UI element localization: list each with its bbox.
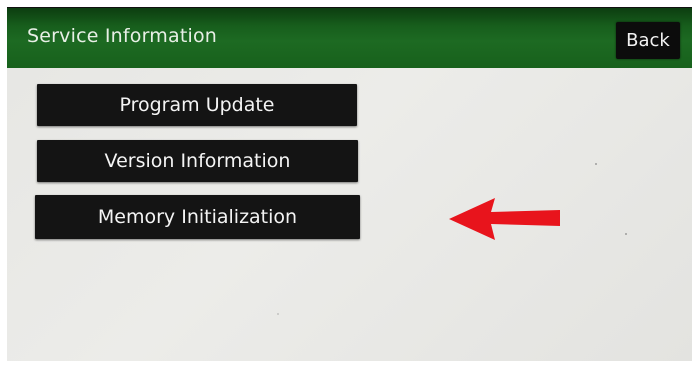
back-button[interactable]: Back (616, 22, 680, 59)
screen-speck (625, 233, 627, 235)
screen-speck (277, 313, 279, 315)
arrow-left-icon (449, 198, 560, 240)
page-title: Service Information (27, 25, 218, 47)
screen-speck (595, 163, 597, 165)
photo-frame: Service Information Back Program Update … (0, 0, 692, 366)
arrow-shape (449, 198, 560, 240)
memory-initialization-button[interactable]: Memory Initialization (35, 195, 360, 239)
version-information-button[interactable]: Version Information (37, 140, 358, 182)
header-bar: Service Information Back (7, 8, 692, 68)
program-update-button[interactable]: Program Update (37, 84, 357, 126)
display-screen: Service Information Back Program Update … (7, 7, 692, 361)
